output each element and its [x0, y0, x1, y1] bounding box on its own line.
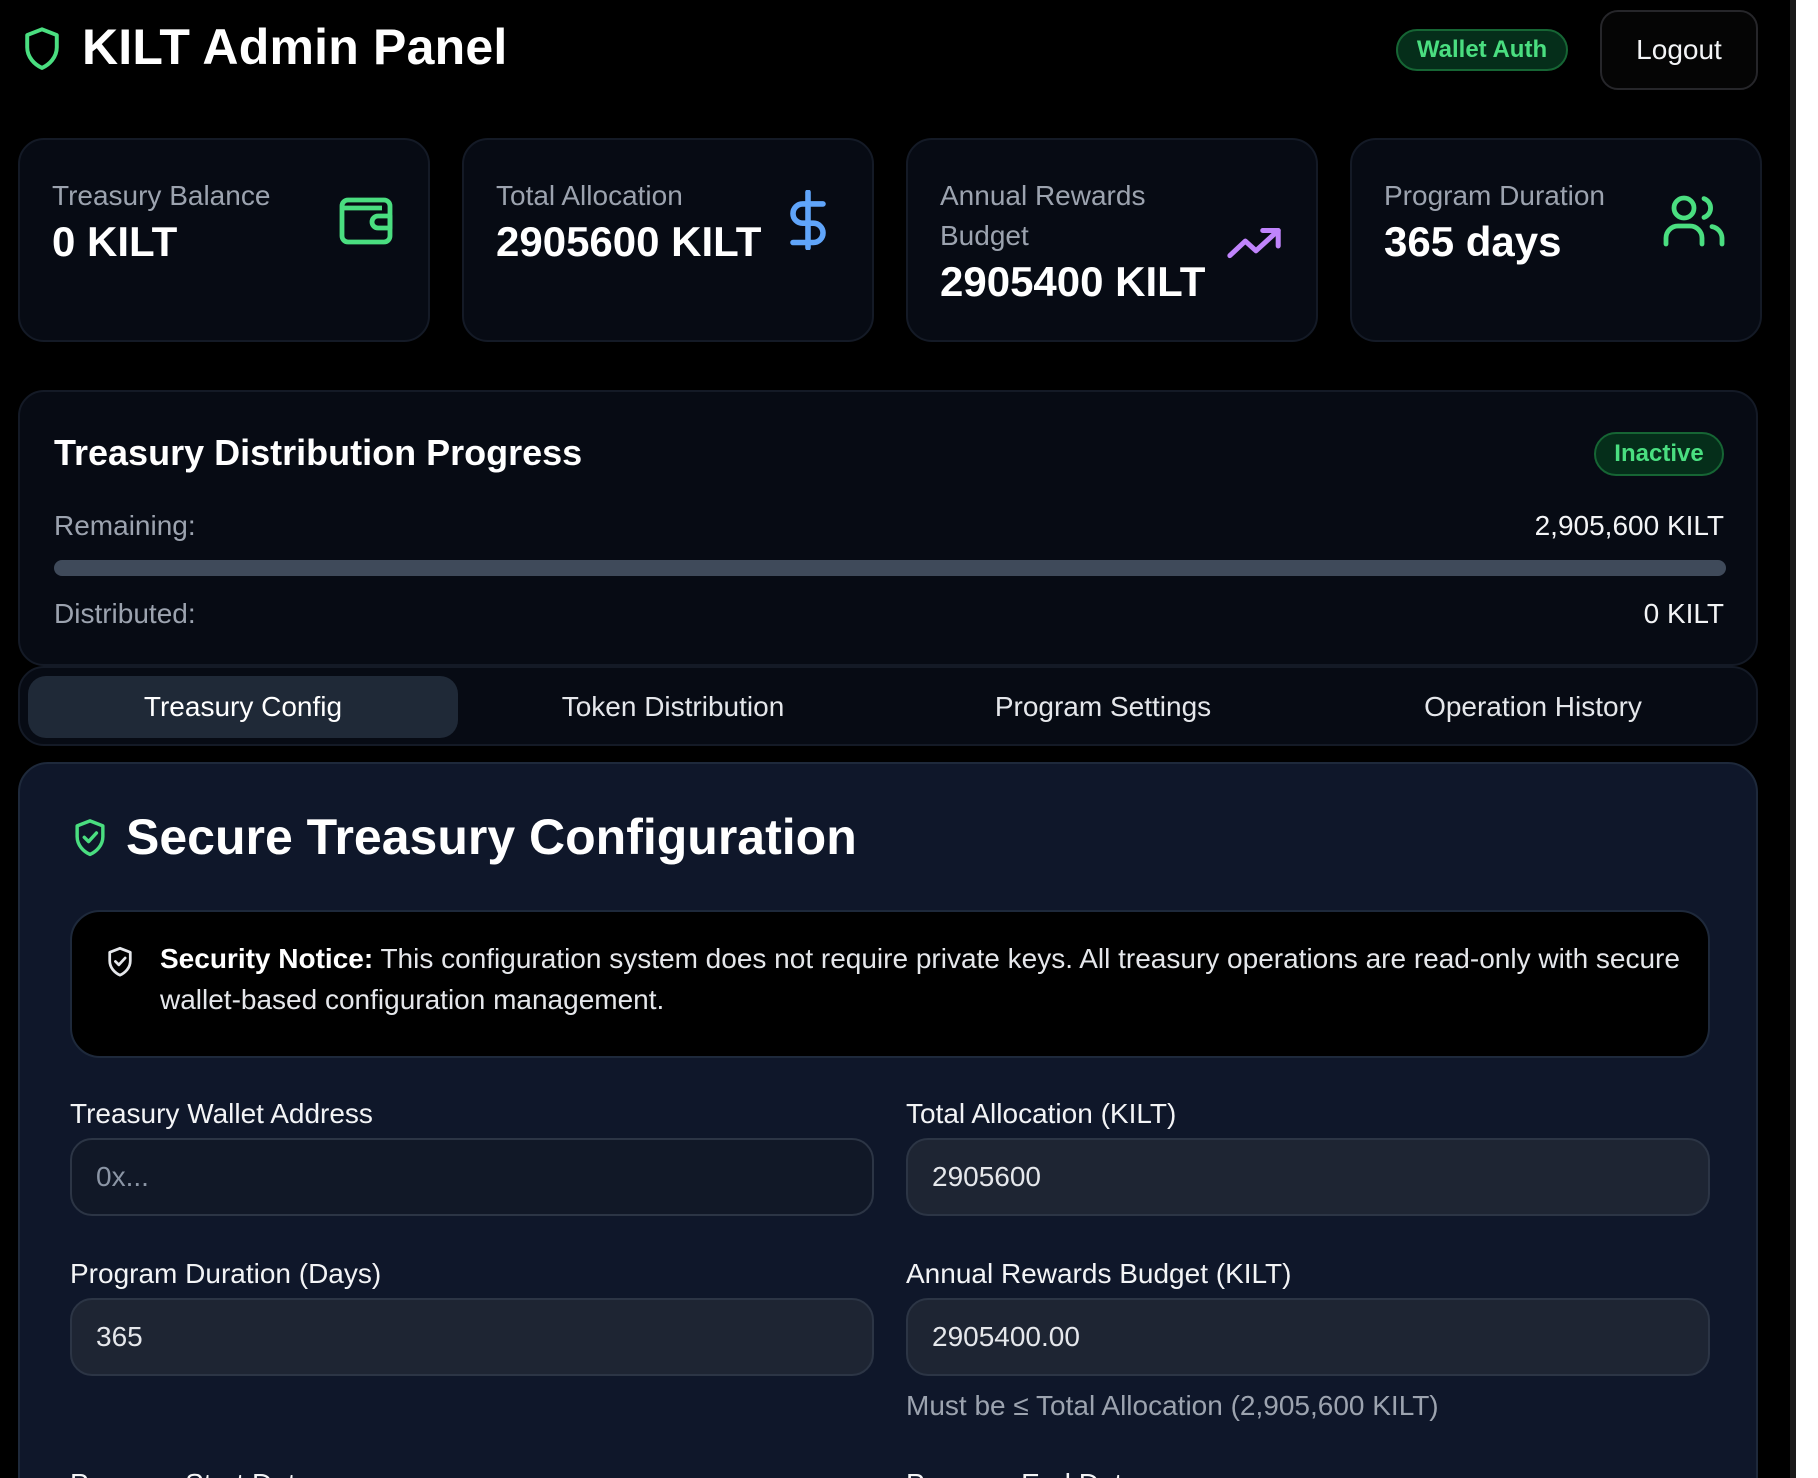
shield-check-icon [108, 946, 132, 977]
program-duration-label: Program Duration (Days) [70, 1258, 382, 1289]
shield-check-icon [75, 819, 105, 857]
stat-value: 0 KILT [52, 218, 178, 265]
wallet-auth-badge: Wallet Auth [1396, 29, 1568, 71]
stat-value: 365 days [1384, 218, 1562, 265]
users-icon [1663, 195, 1725, 247]
annual-budget-label: Annual Rewards Budget (KILT) [906, 1258, 1292, 1289]
security-notice-heading: Security Notice: [160, 943, 374, 974]
stat-label: Total Allocation [496, 180, 683, 211]
stat-card-treasury-balance: Treasury Balance 0 KILT [18, 138, 430, 342]
start-date-label: Program Start Date [70, 1468, 311, 1478]
stat-card-total-allocation: Total Allocation 2905600 KILT [462, 138, 874, 342]
annual-budget-hint: Must be ≤ Total Allocation (2,905,600 KI… [906, 1390, 1439, 1421]
stat-card-annual-rewards: Annual Rewards Budget 2905400 KILT [906, 138, 1318, 342]
stat-label: Treasury Balance [52, 180, 271, 211]
top-header: KILT Admin Panel Wallet Auth Logout [0, 0, 1790, 100]
tab-program-settings[interactable]: Program Settings [888, 676, 1318, 738]
stat-label: Annual Rewards Budget [940, 180, 1146, 251]
treasury-config-panel: Secure Treasury Configuration Security N… [18, 762, 1758, 1478]
distributed-label: Distributed: [54, 598, 196, 629]
remaining-label: Remaining: [54, 510, 196, 541]
security-notice: Security Notice: This configuration syst… [70, 910, 1710, 1058]
tab-operation-history[interactable]: Operation History [1318, 676, 1748, 738]
stat-value: 2905400 KILT [940, 258, 1206, 305]
annual-budget-input[interactable] [906, 1298, 1710, 1376]
tab-bar: Treasury Config Token Distribution Progr… [18, 666, 1758, 746]
dollar-icon [790, 190, 826, 250]
status-badge: Inactive [1594, 432, 1724, 476]
progress-bar [54, 560, 1726, 576]
shield-icon [25, 27, 59, 70]
trending-up-icon [1227, 227, 1281, 259]
config-title: Secure Treasury Configuration [126, 809, 857, 865]
logout-button[interactable]: Logout [1600, 10, 1758, 90]
wallet-address-label: Treasury Wallet Address [70, 1098, 373, 1129]
distributed-value: 0 KILT [1643, 598, 1724, 629]
wallet-address-input[interactable] [70, 1138, 874, 1216]
security-notice-body: This configuration system does not requi… [160, 943, 1680, 1015]
progress-title: Treasury Distribution Progress [54, 432, 583, 473]
app-title: KILT Admin Panel [82, 19, 508, 75]
end-date-label: Program End Date [906, 1468, 1138, 1478]
total-allocation-input[interactable] [906, 1138, 1710, 1216]
stat-label: Program Duration [1384, 180, 1605, 211]
total-allocation-label: Total Allocation (KILT) [906, 1098, 1177, 1129]
program-duration-input[interactable] [70, 1298, 874, 1376]
remaining-value: 2,905,600 KILT [1534, 510, 1724, 541]
wallet-icon [339, 197, 393, 245]
stat-card-program-duration: Program Duration 365 days [1350, 138, 1762, 342]
tab-treasury-config[interactable]: Treasury Config [28, 676, 458, 738]
scrollbar-edge [1790, 0, 1796, 1478]
stat-value: 2905600 KILT [496, 218, 762, 265]
distribution-progress-panel: Treasury Distribution Progress Inactive … [18, 390, 1758, 666]
security-notice-text: Security Notice: This configuration syst… [160, 938, 1680, 1020]
tab-token-distribution[interactable]: Token Distribution [458, 676, 888, 738]
